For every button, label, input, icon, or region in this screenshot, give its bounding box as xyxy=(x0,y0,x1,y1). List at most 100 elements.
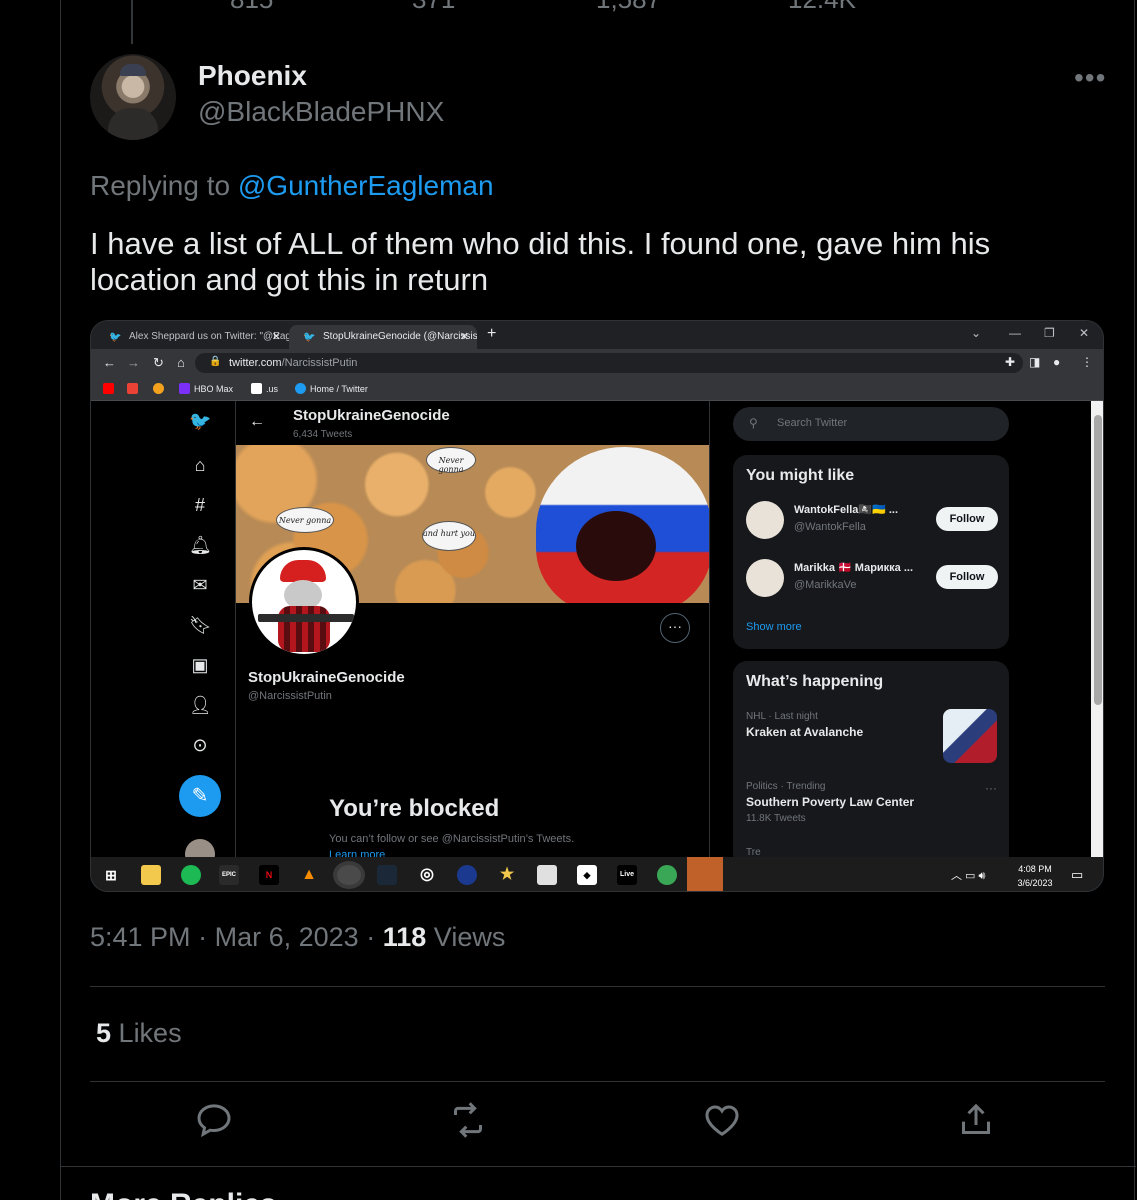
messages-icon[interactable]: ✉ xyxy=(189,575,211,596)
account-avatar[interactable] xyxy=(185,839,215,857)
extensions-icon[interactable]: ✚ xyxy=(1005,355,1015,369)
new-tab-icon[interactable]: + xyxy=(487,325,496,343)
follow-button[interactable]: Follow xyxy=(936,565,998,589)
windows-start-icon[interactable]: ⊞ xyxy=(101,865,121,885)
replying-to-mention[interactable]: @GuntherEagleman xyxy=(238,170,494,201)
live-icon[interactable]: Live xyxy=(617,865,637,885)
notification-icon[interactable]: ▭ xyxy=(1071,867,1083,883)
compose-tweet-button[interactable]: ✎ xyxy=(179,775,221,817)
restore-icon[interactable]: ❐ xyxy=(1044,326,1055,340)
suggested-user-avatar[interactable] xyxy=(746,559,784,597)
discord-icon[interactable] xyxy=(687,857,723,891)
you-might-like-panel: You might like WantokFella🏴‍☠️🇺🇦 ... @Wa… xyxy=(733,455,1009,649)
epic-games-icon[interactable]: EPIC xyxy=(219,865,239,885)
prev-like-count[interactable]: 1,587 xyxy=(596,0,661,15)
amazon-bookmark[interactable]: .us xyxy=(251,383,278,394)
author-avatar[interactable] xyxy=(90,54,176,140)
browser-tab-2[interactable]: 🐦 StopUkraineGenocide (@NarcissistPutin)… xyxy=(289,325,477,349)
scrollbar-thumb[interactable] xyxy=(1094,415,1102,705)
star-icon[interactable]: ★ xyxy=(497,865,517,885)
home-icon[interactable]: ⌂ xyxy=(177,355,185,370)
trend-image[interactable] xyxy=(943,709,997,763)
shield-icon[interactable] xyxy=(657,865,677,885)
avatar-hat xyxy=(280,560,326,582)
youtube-bookmark[interactable] xyxy=(103,383,118,394)
close-icon[interactable]: ✕ xyxy=(272,330,281,343)
back-arrow-icon[interactable]: ← xyxy=(249,413,265,431)
more-icon[interactable]: ••• xyxy=(1074,62,1106,94)
vlc-icon[interactable]: ▲ xyxy=(299,865,319,885)
tweet-media-screenshot[interactable]: 🐦 Alex Sheppard us on Twitter: "@Eag ✕ 🐦… xyxy=(90,320,1104,892)
follow-button[interactable]: Follow xyxy=(936,507,998,531)
bookmarks-icon[interactable]: 🔖︎ xyxy=(189,615,212,636)
profile-name: StopUkraineGenocide xyxy=(248,669,405,686)
back-arrow-icon[interactable]: ← xyxy=(103,355,116,370)
profile-avatar[interactable] xyxy=(249,547,359,657)
hbo-bookmark[interactable]: HBO Max xyxy=(179,383,233,394)
home-icon[interactable]: ⌂ xyxy=(189,455,211,476)
author-handle[interactable]: @BlackBladePHNX xyxy=(198,96,444,128)
chevron-down-icon[interactable]: ⌄ xyxy=(971,326,981,340)
avatar-cap xyxy=(120,64,146,76)
learn-more-link[interactable]: Learn more xyxy=(329,849,385,857)
reply-button[interactable] xyxy=(194,1100,242,1148)
retweet-button[interactable] xyxy=(448,1100,496,1148)
twitter-bookmark[interactable]: Home / Twitter xyxy=(295,383,368,394)
suggested-user-name: Marikka 🇩🇰 Марикка ... xyxy=(794,562,914,574)
browser-menu-icon[interactable]: ⋮ xyxy=(1081,355,1093,369)
prev-reply-count[interactable]: 815 xyxy=(230,0,273,15)
banner-speech-bubble: Never gonna xyxy=(426,447,476,474)
blocked-title: You’re blocked xyxy=(329,795,500,822)
trend-item-cut[interactable]: Tre xyxy=(746,847,998,857)
spotify-icon[interactable] xyxy=(181,865,201,885)
taskbar-clock[interactable]: 4:08 PM 3/6/2023 xyxy=(1013,862,1057,890)
forward-arrow-icon[interactable]: → xyxy=(127,355,140,370)
profile-more-button[interactable]: ··· xyxy=(660,613,690,643)
gmail-bookmark[interactable] xyxy=(127,383,142,394)
page-scrollbar[interactable] xyxy=(1091,401,1103,857)
youtube-icon xyxy=(103,383,114,394)
divider xyxy=(90,1081,1105,1082)
system-tray-icons[interactable]: ︿ ▭ 🔊︎ xyxy=(951,867,985,883)
close-icon[interactable]: ✕ xyxy=(460,330,469,343)
chrome-icon[interactable] xyxy=(337,865,361,885)
app-diamond-icon[interactable]: ◆ xyxy=(577,865,597,885)
more-icon[interactable]: ··· xyxy=(985,781,997,795)
share-icon xyxy=(962,1103,990,1134)
more-circle-icon[interactable]: ⊙ xyxy=(189,735,211,756)
explore-icon[interactable]: # xyxy=(189,495,211,516)
app-icon-circle[interactable] xyxy=(457,865,477,885)
twitter-blue-icon[interactable]: ▣ xyxy=(189,655,211,676)
trend-item[interactable]: Politics · Trending Southern Poverty Law… xyxy=(746,781,998,824)
browser-tab-1[interactable]: 🐦 Alex Sheppard us on Twitter: "@Eag ✕ xyxy=(95,325,289,349)
profile-avatar-icon[interactable]: ● xyxy=(1053,355,1060,369)
url-field[interactable]: 🔒 twitter.com/NarcissistPutin xyxy=(195,353,1023,373)
search-twitter-input[interactable]: ⚲ Search Twitter xyxy=(733,407,1009,441)
twitter-logo-icon[interactable]: 🐦 xyxy=(189,411,211,432)
sidepanel-icon[interactable]: ◨ xyxy=(1029,355,1040,369)
steam-icon[interactable] xyxy=(377,865,397,885)
reload-icon[interactable]: ↻ xyxy=(153,355,164,371)
like-button[interactable] xyxy=(702,1100,750,1148)
share-button[interactable] xyxy=(956,1100,1004,1148)
retweet-icon xyxy=(454,1102,482,1138)
suggested-user[interactable]: WantokFella🏴‍☠️🇺🇦 ... @WantokFella Follo… xyxy=(746,501,998,541)
likes-row[interactable]: 5 Likes xyxy=(96,1018,182,1049)
tweet-date[interactable]: Mar 6, 2023 xyxy=(215,922,359,952)
prev-retweet-count[interactable]: 371 xyxy=(412,0,455,15)
netflix-icon[interactable]: N xyxy=(259,865,279,885)
minimize-icon[interactable]: — xyxy=(1009,326,1021,340)
obs-icon[interactable]: ◎ xyxy=(417,865,437,885)
window-close-icon[interactable]: ✕ xyxy=(1079,326,1089,340)
prev-views-count[interactable]: 12.4K xyxy=(788,0,856,15)
suggested-user-avatar[interactable] xyxy=(746,501,784,539)
tweet-time[interactable]: 5:41 PM xyxy=(90,922,191,952)
app-grid-icon[interactable] xyxy=(537,865,557,885)
file-explorer-icon[interactable] xyxy=(141,865,161,885)
notifications-icon[interactable]: 🔔︎ xyxy=(189,535,212,556)
bookmark-3[interactable] xyxy=(153,383,168,394)
author-display-name[interactable]: Phoenix xyxy=(198,60,307,92)
suggested-user[interactable]: Marikka 🇩🇰 Марикка ... @MarikkaVe Follow xyxy=(746,559,998,599)
profile-icon[interactable]: 👤︎ xyxy=(189,695,212,716)
show-more-link[interactable]: Show more xyxy=(746,621,802,633)
